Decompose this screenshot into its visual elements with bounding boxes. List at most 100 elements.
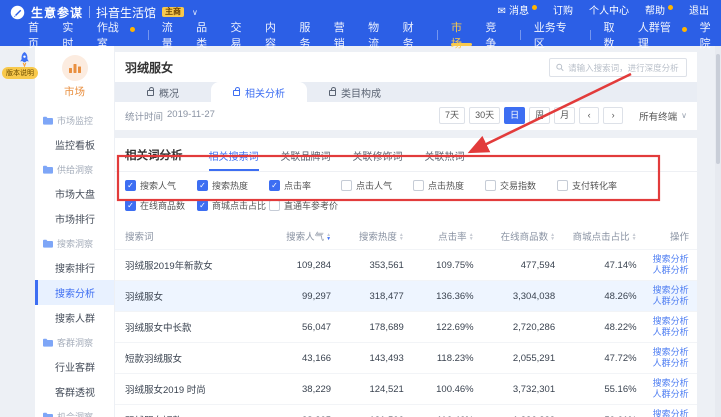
nav-item[interactable]: 物流 — [368, 24, 389, 46]
scrollbar-thumb[interactable] — [716, 54, 720, 164]
keyword-cell: 羽绒服女中长款 — [115, 312, 266, 343]
sidebar-item[interactable]: 监控看板 — [35, 132, 114, 157]
sidebar-item[interactable]: 行业客群 — [35, 354, 114, 379]
table-row[interactable]: 羽绒服女2019 时尚38,229124,521100.46%3,732,301… — [115, 374, 697, 405]
metric-checkbox[interactable]: ✓搜索人气 — [125, 179, 197, 192]
pager-prev-button[interactable]: ‹ — [579, 107, 599, 124]
nav-item[interactable]: 财务 — [403, 24, 424, 46]
metric-checkbox[interactable]: 直通车参考价 — [269, 199, 341, 212]
stats-row: 统计时间 2019-11-27 7天30天日周月‹›所有终端∨ — [115, 102, 697, 130]
pager-next-button[interactable]: › — [603, 107, 623, 124]
metric-checkbox[interactable]: ✓搜索热度 — [197, 179, 269, 192]
column-header[interactable]: 搜索人气▲▼ — [266, 223, 339, 250]
nav-item[interactable]: 交易 — [231, 24, 252, 46]
nav-item[interactable]: 营销 — [334, 24, 355, 46]
table-row[interactable]: 羽绒服女99,297318,477136.36%3,304,03848.26%搜… — [115, 281, 697, 312]
sort-icon[interactable]: ▲▼ — [326, 233, 331, 241]
section-tab[interactable]: 关联品牌词 — [281, 148, 331, 171]
nav-item[interactable]: 市场 — [451, 24, 472, 46]
date-range-button[interactable]: 30天 — [469, 107, 500, 124]
column-header[interactable]: 点击率▲▼ — [412, 223, 482, 250]
column-header[interactable]: 商城点击占比▲▼ — [563, 223, 644, 250]
checkbox-icon: ✓ — [197, 180, 208, 191]
metric-label: 交易指数 — [500, 179, 536, 192]
action-link[interactable]: 搜索分析 — [653, 409, 687, 417]
action-link[interactable]: 人群分析 — [653, 265, 687, 276]
sidebar-item[interactable]: 搜索排行 — [35, 255, 114, 280]
section-tab[interactable]: 关联修饰词 — [353, 148, 403, 171]
nav-item[interactable]: 流量 — [162, 24, 183, 46]
nav-item[interactable]: 人群管理 — [638, 24, 687, 46]
metric-checkbox[interactable]: ✓商城点击占比 — [197, 199, 269, 212]
nav-item[interactable]: 竞争 — [485, 24, 506, 46]
nav-item[interactable]: 取数 — [604, 24, 625, 46]
action-link[interactable]: 人群分析 — [653, 327, 687, 338]
column-header[interactable]: 在线商品数▲▼ — [482, 223, 563, 250]
sort-icon[interactable]: ▲▼ — [632, 233, 637, 241]
action-link[interactable]: 搜索分析 — [653, 316, 687, 327]
metric-checkbox[interactable]: ✓点击率 — [269, 179, 341, 192]
lock-icon — [233, 90, 240, 96]
tab-item[interactable]: 概况 — [115, 82, 211, 102]
tab-item[interactable]: 类目构成 — [307, 82, 403, 102]
value-cell: 3,732,301 — [482, 374, 563, 405]
date-range-button[interactable]: 月 — [554, 107, 575, 124]
action-link[interactable]: 搜索分析 — [653, 254, 687, 265]
column-header[interactable]: 搜索热度▲▼ — [339, 223, 412, 250]
nav-item[interactable]: 学院 — [700, 24, 721, 46]
nav-item[interactable]: 业务专区 — [534, 24, 577, 46]
metric-checkbox[interactable]: 点击热度 — [413, 179, 485, 192]
metric-checkbox[interactable]: 点击人气 — [341, 179, 413, 192]
search-input[interactable] — [568, 63, 680, 73]
sort-icon[interactable]: ▲▼ — [469, 233, 474, 241]
shop-badge: 主商 — [162, 7, 184, 17]
metric-checkbox[interactable]: 交易指数 — [485, 179, 557, 192]
terminal-filter[interactable]: 所有终端∨ — [639, 109, 687, 123]
date-range-button[interactable]: 日 — [504, 107, 525, 124]
nav-item[interactable]: 实时 — [62, 24, 83, 46]
section-tab[interactable]: 关联热词 — [425, 148, 465, 171]
utility-item[interactable]: ✉消息 — [498, 6, 537, 18]
action-link[interactable]: 人群分析 — [653, 389, 687, 400]
action-link[interactable]: 搜索分析 — [653, 285, 687, 296]
metric-checkbox[interactable]: 支付转化率 — [557, 179, 629, 192]
tab-active[interactable]: 相关分析 — [211, 82, 307, 102]
date-range-button[interactable]: 7天 — [439, 107, 465, 124]
nav-item[interactable]: 作战室 — [97, 24, 135, 46]
scrollbar[interactable] — [715, 46, 721, 417]
action-link[interactable]: 人群分析 — [653, 296, 687, 307]
nav-item[interactable]: 内容 — [265, 24, 286, 46]
chevron-down-icon[interactable]: ∨ — [192, 8, 198, 17]
utility-item[interactable]: 订购 — [553, 6, 573, 18]
sidebar-item[interactable]: 搜索人群 — [35, 305, 114, 330]
utility-item[interactable]: 帮助 — [645, 6, 673, 18]
sort-icon[interactable]: ▲▼ — [399, 233, 404, 241]
sidebar-item[interactable]: 市场大盘 — [35, 181, 114, 206]
sidebar-item[interactable]: 搜索分析 — [35, 280, 114, 305]
date-range-button[interactable]: 周 — [529, 107, 550, 124]
action-link[interactable]: 搜索分析 — [653, 347, 687, 358]
action-link[interactable]: 人群分析 — [653, 358, 687, 369]
metric-checkbox[interactable]: ✓在线商品数 — [125, 199, 197, 212]
action-link[interactable]: 搜索分析 — [653, 378, 687, 389]
utility-item[interactable]: 个人中心 — [589, 6, 629, 18]
sidebar-item[interactable]: 客群透视 — [35, 379, 114, 404]
sort-icon[interactable]: ▲▼ — [550, 233, 555, 241]
sidebar-module[interactable]: 市场 — [35, 46, 114, 103]
table-row[interactable]: 羽绒服女短款38,205121,506116.46%1,336,22950.61… — [115, 405, 697, 417]
table-row[interactable]: 羽绒服2019年新款女109,284353,561109.75%477,5944… — [115, 250, 697, 281]
version-note-badge[interactable]: 版本说明 — [2, 67, 38, 79]
checkbox-icon: ✓ — [125, 180, 136, 191]
section-tab-active[interactable]: 相关搜索词 — [209, 148, 259, 171]
nav-item[interactable]: 首页 — [28, 24, 49, 46]
table-row[interactable]: 羽绒服女中长款56,047178,689122.69%2,720,28648.2… — [115, 312, 697, 343]
nav-item[interactable]: 服务 — [299, 24, 320, 46]
sort-desc-icon: ▼ — [326, 237, 331, 241]
sidebar-item[interactable]: 市场排行 — [35, 206, 114, 231]
utility-item[interactable]: 退出 — [689, 6, 709, 18]
nav-item[interactable]: 品类 — [196, 24, 217, 46]
app-window: 生意参谋 抖音生活馆 主商 ∨ ✉消息 订购 个人中心 帮助 退出 首页实时作战室 流量品… — [0, 0, 721, 417]
search-box[interactable] — [549, 58, 687, 77]
table-row[interactable]: 短款羽绒服女43,166143,493118.23%2,055,29147.72… — [115, 343, 697, 374]
brand[interactable]: 生意参谋 抖音生活馆 主商 ∨ — [10, 4, 198, 21]
